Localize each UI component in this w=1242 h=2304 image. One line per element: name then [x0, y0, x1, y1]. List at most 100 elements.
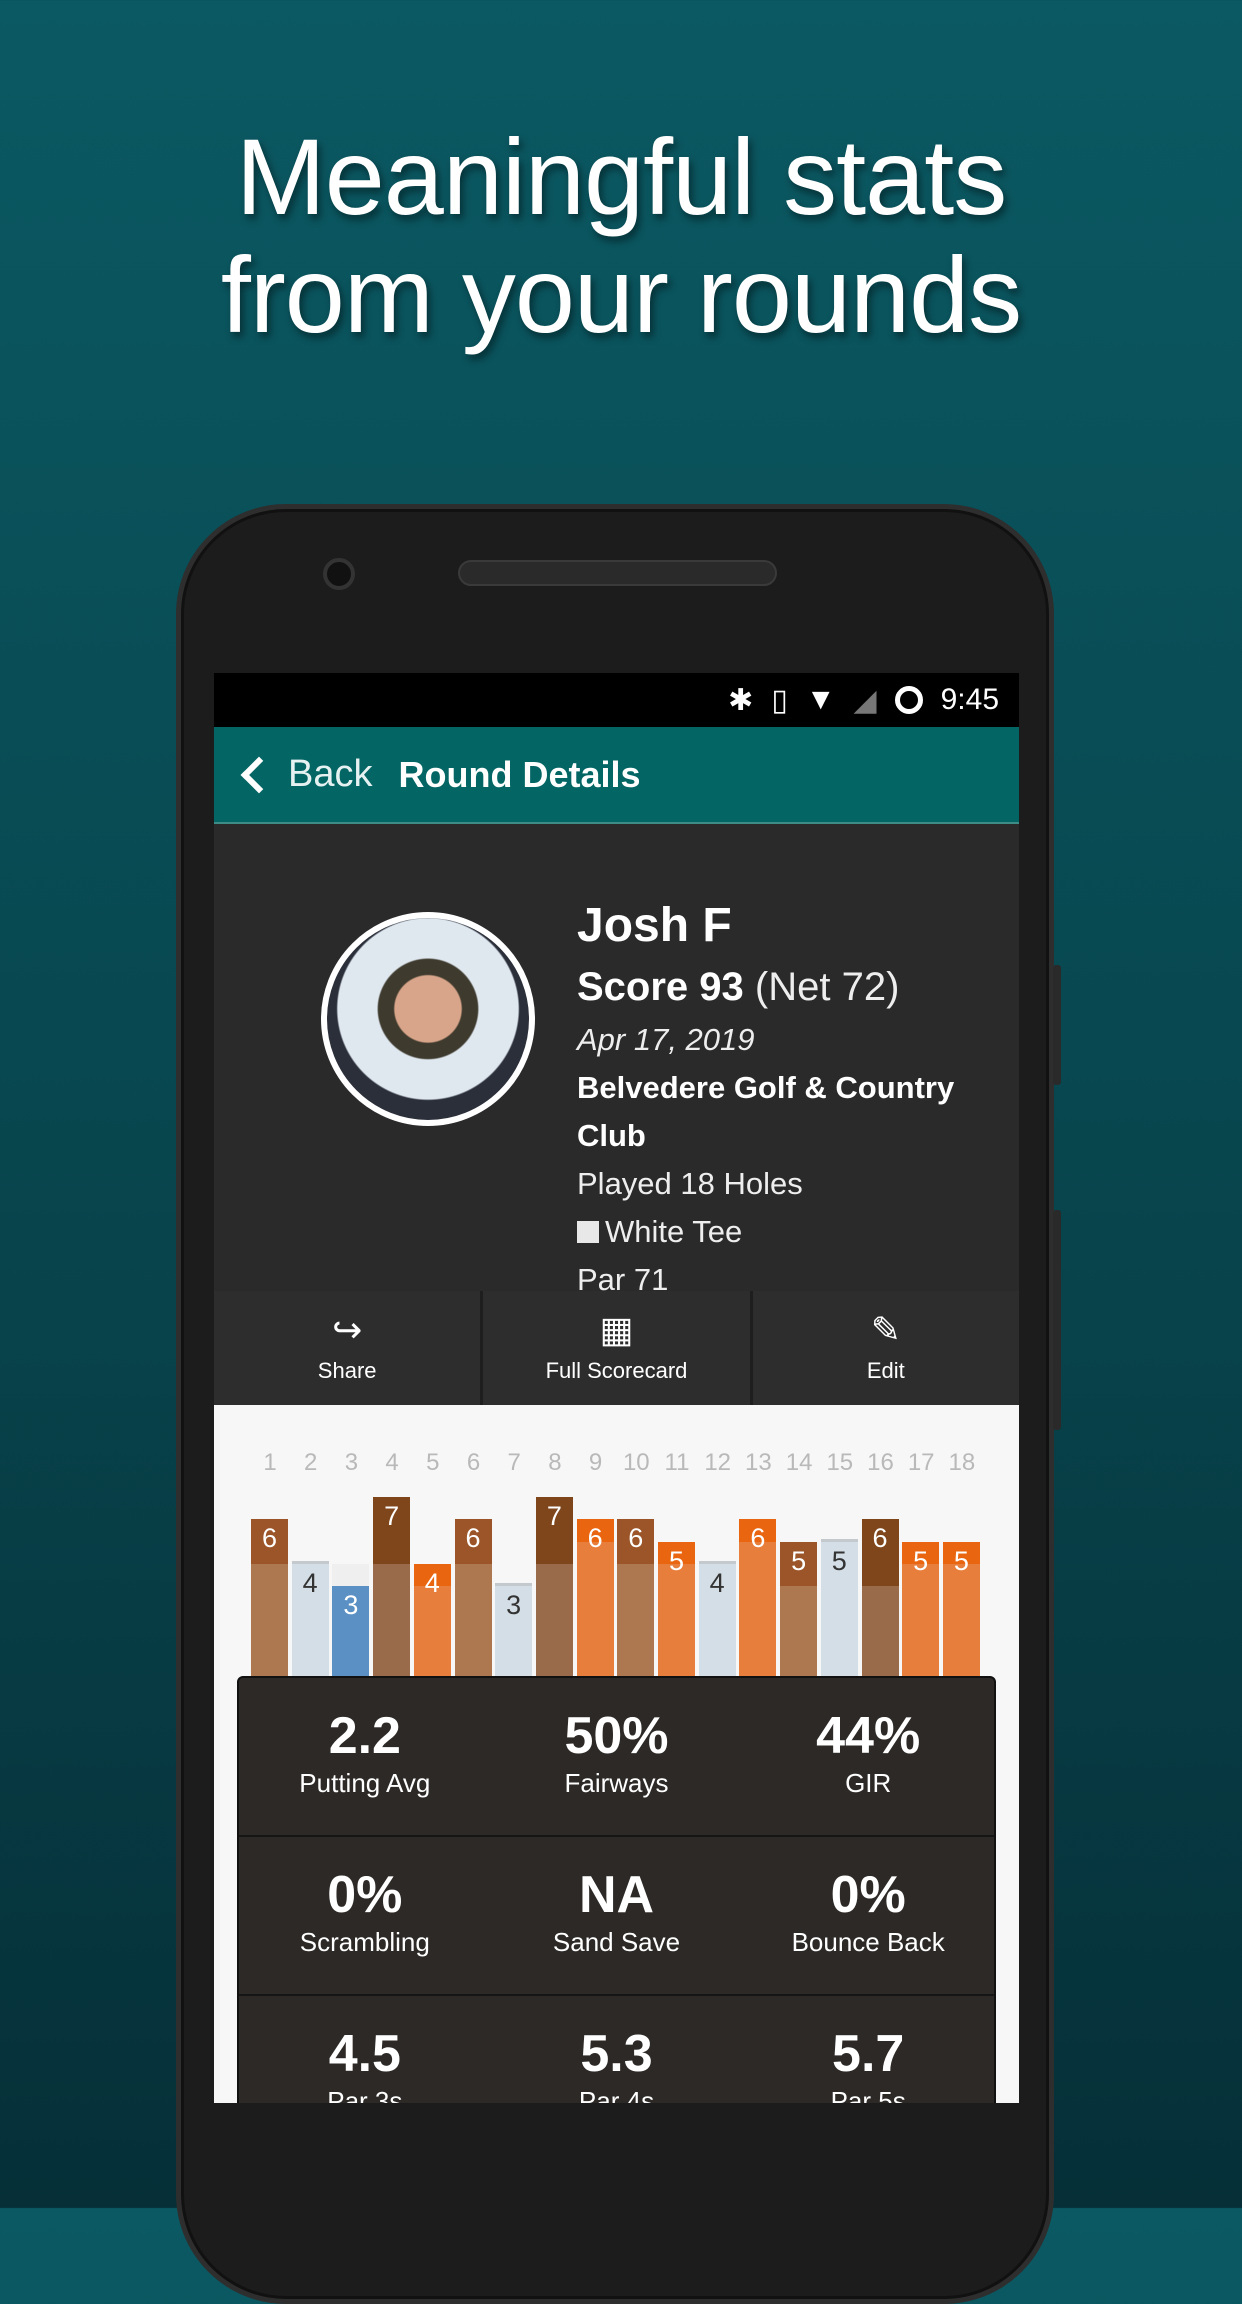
headline-line-2: from your rounds	[220, 234, 1022, 355]
bar-over-par-segment	[332, 1563, 370, 1587]
stats-panel: 2.2 Putting Avg 50% Fairways 44% GIR 0% Scra…	[237, 1676, 996, 2103]
hole-bar: 5	[820, 1538, 858, 1676]
hole-bar: 6	[576, 1519, 614, 1676]
stat-putting-avg: 2.2 Putting Avg	[239, 1678, 491, 1835]
tee-name: White Tee	[605, 1214, 743, 1249]
bar-score-label: 6	[261, 1523, 278, 1554]
score: Score 93	[577, 965, 744, 1009]
bar-par-segment	[902, 1563, 940, 1676]
volume-button	[1053, 965, 1061, 1085]
bar-score-label: 7	[546, 1500, 562, 1531]
hole-bar: 6	[454, 1519, 492, 1676]
bar-par-segment	[373, 1563, 411, 1676]
stats-row: 0% Scrambling NA Sand Save 0% Bounce Back	[239, 1837, 994, 1996]
stat-value: NA	[578, 1866, 655, 1924]
hole-bar: 7	[535, 1496, 573, 1676]
bar-par-segment	[413, 1586, 451, 1676]
bar-score-label: 5	[953, 1545, 969, 1576]
net-score: (Net 72)	[754, 965, 900, 1009]
bar-par-segment	[942, 1563, 980, 1676]
back-button[interactable]: Back	[236, 753, 372, 796]
bar-score-label: 6	[465, 1523, 481, 1554]
hole-bar: 3	[332, 1563, 370, 1676]
battery-ring-icon	[894, 686, 923, 714]
stat-value: 5.7	[832, 2025, 905, 2083]
bar-par-segment	[658, 1563, 695, 1676]
bar-over-par-segment	[698, 1560, 736, 1564]
avatar	[321, 912, 535, 1126]
bar-par-segment	[861, 1586, 899, 1676]
stats-row: 2.2 Putting Avg 50% Fairways 44% GIR	[239, 1678, 994, 1837]
status-bar: ✱ ▯ ▼ ◢ 9:45	[214, 673, 1019, 727]
bar-score-label: 6	[872, 1523, 888, 1554]
stat-label: Par 5s	[830, 2086, 906, 2103]
hole-bar: 6	[739, 1519, 777, 1676]
status-time: 9:45	[940, 683, 999, 716]
stat-label: Par 3s	[327, 2086, 403, 2103]
bar-over-par-segment	[291, 1560, 329, 1564]
stat-par4: 5.3 Par 4s	[491, 1996, 743, 2103]
hole-label: 18	[948, 1449, 976, 1476]
chevron-left-icon	[240, 756, 278, 793]
hole-bar: 6	[251, 1519, 288, 1676]
bar-score-label: 4	[709, 1567, 725, 1598]
stat-label: Putting Avg	[299, 1768, 431, 1798]
cell-signal-icon: ◢	[853, 683, 877, 717]
share-label: Share	[317, 1358, 377, 1383]
stat-par5: 5.7 Par 5s	[742, 1996, 994, 2103]
action-bar: ↪ Share ▦ Full Scorecard ✎ Edit	[214, 1291, 1019, 1405]
hole-label: 10	[622, 1449, 650, 1476]
bar-over-par-segment	[495, 1583, 533, 1587]
stat-value: 0%	[830, 1866, 906, 1924]
full-scorecard-button[interactable]: ▦ Full Scorecard	[483, 1291, 753, 1405]
hole-label: 7	[507, 1449, 521, 1476]
hole-label: 15	[826, 1449, 854, 1476]
bar-over-par-segment	[820, 1538, 858, 1542]
stat-label: GIR	[845, 1768, 892, 1798]
hole-bar: 6	[861, 1519, 899, 1676]
hole-score-chart: 1 6 2 4 3 3 4 7 5 4 6 6 7 3 8 7 9 6 10 6 11 5 12 4 13 6 14 5 15 5 16 6 1…	[214, 1405, 1019, 1676]
bar-score-label: 5	[668, 1545, 685, 1576]
grid-icon: ▦	[599, 1309, 634, 1350]
full-scorecard-label: Full Scorecard	[545, 1358, 688, 1383]
edit-icon: ✎	[870, 1309, 901, 1350]
bar-score-label: 6	[750, 1523, 766, 1554]
tee-line: White Tee	[577, 1208, 1019, 1256]
score-line: Score 93 (Net 72)	[577, 958, 1019, 1016]
bar-score-label: 3	[506, 1590, 522, 1621]
bar-par-segment	[535, 1563, 573, 1676]
bar-par-segment	[739, 1541, 777, 1676]
bar-par-segment	[454, 1563, 492, 1676]
hole-label: 16	[867, 1449, 894, 1476]
stats-row: 4.5 Par 3s 5.3 Par 4s 5.7 Par 5s	[239, 1996, 994, 2103]
hole-label: 6	[466, 1449, 481, 1476]
stat-label: Par 4s	[578, 2086, 655, 2103]
tee-color-swatch	[577, 1221, 599, 1243]
hole-label: 4	[385, 1449, 399, 1476]
stat-value: 5.3	[580, 2025, 653, 2083]
edit-label: Edit	[866, 1358, 905, 1383]
bar-par-segment	[251, 1563, 288, 1676]
bar-par-segment	[576, 1541, 614, 1676]
bar-score-label: 4	[424, 1567, 440, 1598]
hole-label: 3	[344, 1449, 359, 1476]
round-profile: Josh F Score 93 (Net 72) Apr 17, 2019 Be…	[214, 824, 1019, 1297]
hole-label: 14	[785, 1449, 813, 1476]
stat-label: Sand Save	[552, 1927, 681, 1957]
phone-screen: ✱ ▯ ▼ ◢ 9:45 Back Round Details Josh F S…	[214, 673, 1019, 2103]
edit-button[interactable]: ✎ Edit	[753, 1291, 1019, 1405]
hole-bar: 5	[780, 1541, 818, 1676]
app-bar: Back Round Details	[214, 727, 1019, 824]
bar-par-segment	[780, 1586, 818, 1676]
player-name: Josh F	[577, 899, 732, 952]
stat-label: Scrambling	[299, 1927, 430, 1957]
camera-icon	[323, 558, 355, 590]
share-button[interactable]: ↪ Share	[214, 1291, 484, 1405]
hole-label: 8	[548, 1449, 562, 1476]
headline: Meaningful stats from your rounds	[0, 118, 1242, 354]
hole-bar: 7	[373, 1496, 411, 1676]
stat-label: Bounce Back	[791, 1927, 945, 1957]
bar-score-label: 5	[831, 1545, 847, 1576]
bar-score-label: 6	[628, 1523, 644, 1554]
hole-label: 13	[745, 1449, 772, 1476]
